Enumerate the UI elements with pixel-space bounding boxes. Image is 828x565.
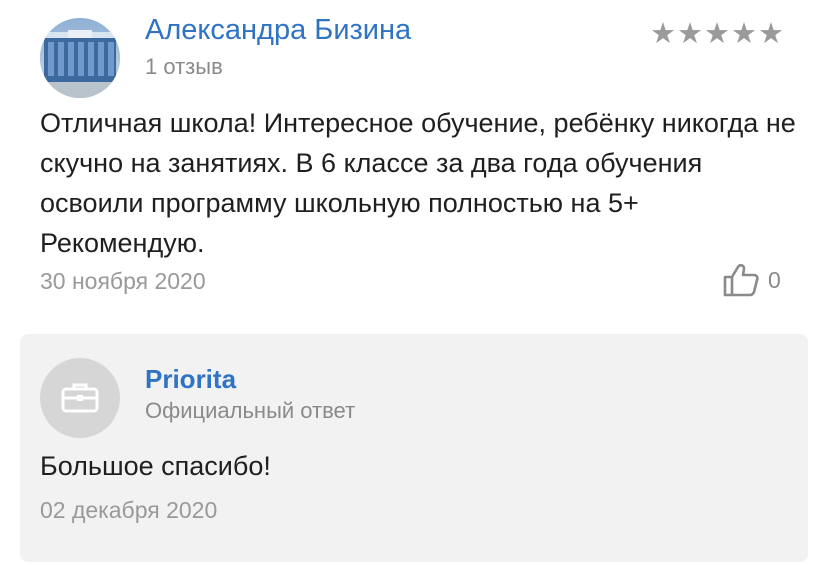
review-text: Отличная школа! Интересное обучение, реб… <box>40 108 796 258</box>
org-avatar <box>40 358 120 438</box>
review-date: 30 ноября 2020 <box>40 268 206 294</box>
briefcase-icon <box>61 383 99 413</box>
avatar-photo <box>40 18 120 98</box>
author-avatar[interactable] <box>40 18 120 98</box>
rating-stars: ★★★★★ <box>650 18 785 50</box>
official-reply-label: Официальный ответ <box>145 398 356 423</box>
review-card: Александра Бизина 1 отзыв ★★★★★ Отличная… <box>0 0 828 330</box>
like-count: 0 <box>768 266 781 293</box>
org-name[interactable]: Priorita <box>145 364 236 395</box>
reply-date: 02 декабря 2020 <box>40 497 218 523</box>
author-review-count: 1 отзыв <box>145 54 223 79</box>
reply-text: Большое спасибо! <box>40 451 271 481</box>
thumbs-up-icon <box>723 263 759 297</box>
like-button[interactable]: 0 <box>722 262 781 298</box>
official-reply: Priorita Официальный ответ Большое спаси… <box>20 334 808 562</box>
author-name[interactable]: Александра Бизина <box>145 14 411 47</box>
